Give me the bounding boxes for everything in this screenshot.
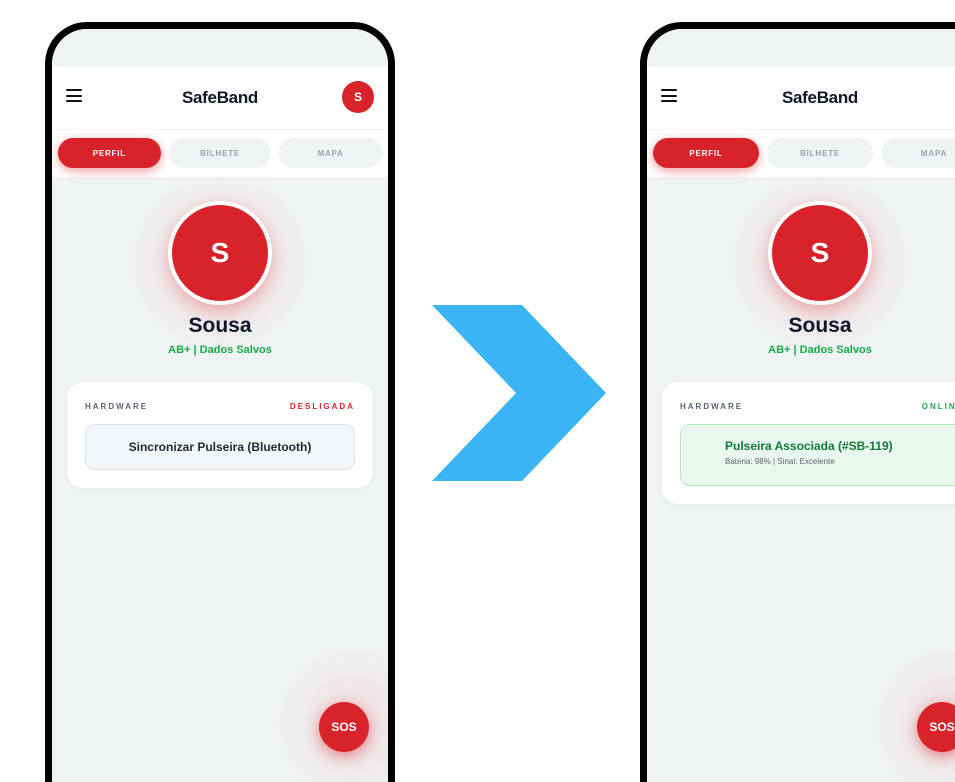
- profile-avatar: S: [168, 201, 272, 305]
- tab-mapa[interactable]: MAPA: [279, 138, 383, 168]
- app-title: SafeBand: [781, 88, 858, 107]
- hamburger-menu-icon[interactable]: [661, 89, 677, 103]
- hardware-status-badge: DESLIGADA: [289, 402, 355, 411]
- hardware-label: HARDWARE: [85, 402, 149, 411]
- user-name: Sousa: [788, 314, 852, 337]
- user-name: Sousa: [188, 314, 252, 337]
- hardware-card: HARDWARE ONLINE Pulseira Associada (#SB-…: [662, 382, 955, 504]
- user-blood-type: AB+ | Dados Salvos: [768, 344, 872, 356]
- hardware-card-header: HARDWARE ONLINE: [680, 402, 955, 414]
- paired-device-box[interactable]: Pulseira Associada (#SB-119) Bateria: 98…: [680, 424, 955, 486]
- profile-section: S Sousa AB+ | Dados Salvos: [52, 167, 388, 357]
- profile-avatar: S: [768, 201, 872, 305]
- phone-before: SafeBand S PERFIL BILHETE MAPA S Sousa A…: [45, 22, 395, 782]
- user-blood-type: AB+ | Dados Salvos: [168, 344, 272, 356]
- hamburger-menu-icon[interactable]: [66, 89, 82, 103]
- chevron-right-arrow-icon: [432, 305, 606, 481]
- tab-perfil[interactable]: PERFIL: [653, 138, 759, 168]
- tab-perfil[interactable]: PERFIL: [58, 138, 161, 168]
- hardware-card-header: HARDWARE DESLIGADA: [85, 402, 355, 414]
- hardware-status-badge: ONLINE: [921, 402, 955, 411]
- tab-bilhete[interactable]: BILHETE: [767, 138, 873, 168]
- tab-bilhete[interactable]: BILHETE: [168, 138, 272, 168]
- paired-device-meta: Bateria: 98% | Sinal: Excelente: [725, 457, 835, 466]
- sync-bracelet-button[interactable]: Sincronizar Pulseira (Bluetooth): [85, 424, 355, 470]
- app-title: SafeBand: [181, 88, 258, 107]
- app-screen-before: SafeBand S PERFIL BILHETE MAPA S Sousa A…: [52, 29, 388, 782]
- app-header: SafeBand S: [647, 67, 955, 129]
- app-header: SafeBand S: [52, 67, 388, 129]
- hardware-label: HARDWARE: [680, 402, 744, 411]
- status-bar-area: [647, 29, 955, 67]
- phone-after: SafeBand S PERFIL BILHETE MAPA S Sousa A…: [640, 22, 955, 782]
- profile-section: S Sousa AB+ | Dados Salvos: [647, 167, 955, 357]
- tab-mapa[interactable]: MAPA: [881, 138, 955, 168]
- paired-device-name: Pulseira Associada (#SB-119): [725, 439, 893, 453]
- app-screen-after: SafeBand S PERFIL BILHETE MAPA S Sousa A…: [647, 29, 955, 782]
- user-avatar-button[interactable]: S: [342, 81, 374, 113]
- status-bar-area: [52, 29, 388, 67]
- hardware-card: HARDWARE DESLIGADA Sincronizar Pulseira …: [67, 382, 373, 488]
- sos-button[interactable]: SOS: [319, 702, 369, 752]
